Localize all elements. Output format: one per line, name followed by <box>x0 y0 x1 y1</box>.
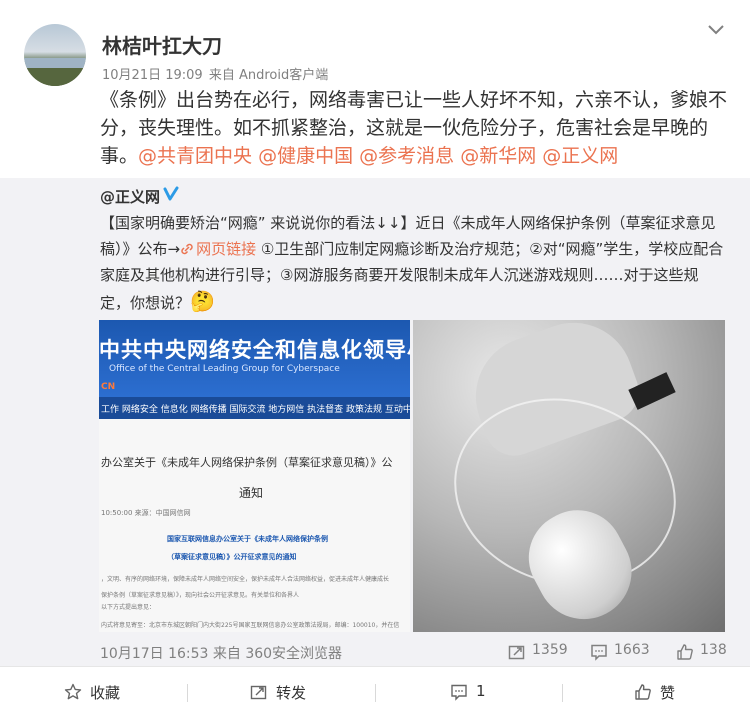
image1-notice: 通知 <box>239 486 264 500</box>
mention-gqt[interactable]: @共青团中央 <box>138 145 252 167</box>
web-link[interactable]: 网页链接 <box>180 240 256 258</box>
image1-nav-text: 工作 网络安全 信息化 网络传播 国际交流 地方网信 执法督查 政策法规 互动中… <box>101 405 410 415</box>
link-icon <box>181 243 193 255</box>
comment-icon <box>451 684 467 701</box>
image1-small1: ，文明、有序的网络环境，保障未成年人网络空间安全，保护未成年人合法网络权益，促进… <box>101 576 390 583</box>
thinking-emoji: 🤔 <box>190 289 215 313</box>
comment-icon <box>591 644 607 661</box>
image1-headline: 办公室关于《未成年人网络保护条例（草案征求意见稿）》公 <box>101 456 393 469</box>
mention-jkzg[interactable]: @健康中国 <box>258 145 353 167</box>
image-screenshot[interactable]: 中共中央网络安全和信息化领导小 Office of the Central Le… <box>99 320 410 632</box>
repost-time[interactable]: 10月17日 16:53 <box>100 646 208 662</box>
web-link-label[interactable]: 网页链接 <box>196 240 256 258</box>
forward-label: 转发 <box>276 684 307 702</box>
like-label: 赞 <box>660 684 676 702</box>
repost-meta: 10月17日 16:53 来自 360安全浏览器 <box>100 643 342 663</box>
chevron-down-icon[interactable] <box>706 22 726 38</box>
weibo-card: 林桔叶扛大刀 10月21日 19:09 来自 Android客户端 《条例》出台… <box>0 0 750 719</box>
username[interactable]: 林桔叶扛大刀 <box>102 30 222 59</box>
post-text: 《条例》出台势在必行，网络毒害已让一些人好坏不知，六亲不认，爹娘不分，丧失理性。… <box>100 86 730 170</box>
image-grid: 中共中央网络安全和信息化领导小 Office of the Central Le… <box>99 320 725 632</box>
image1-cn: CN <box>101 382 116 392</box>
mention-zyw[interactable]: @正义网 <box>542 145 618 167</box>
share-icon <box>250 685 267 700</box>
avatar-grass <box>24 68 86 86</box>
forward-icon <box>508 645 525 660</box>
thumbs-up-icon <box>635 684 651 700</box>
mention-ckxx[interactable]: @参考消息 <box>359 145 454 167</box>
image1-small4: 内式将意见寄至：北京市东城区朝阳门内大街225号国家互联网信息办公室政策法规局，… <box>101 622 400 629</box>
forward-count: 1359 <box>532 642 568 658</box>
mention-xhw[interactable]: @新华网 <box>460 145 536 167</box>
favorite-label: 收藏 <box>90 684 121 702</box>
image1-small3: 以下方式提出意见： <box>101 604 156 611</box>
image1-small2: 保护条例（草案征求意见稿）》，现向社会公开征求意见。有关单位和各界人 <box>101 592 300 599</box>
post-source: 来自 Android客户端 <box>208 68 329 83</box>
star-icon <box>64 683 82 700</box>
divider <box>562 684 563 702</box>
thumbs-up-icon <box>677 644 693 660</box>
image1-body1: 国家互联网信息办公室关于《未成年人网络保护条例 <box>167 535 328 543</box>
verified-icon <box>163 186 179 201</box>
divider <box>375 684 376 702</box>
image1-date: 10:50:00 来源：中国网信网 <box>101 509 191 517</box>
like-count: 138 <box>700 642 727 658</box>
avatar-water <box>24 58 86 68</box>
comment-count-label: 1 <box>476 682 486 700</box>
image-hands-mouse[interactable] <box>413 320 725 632</box>
divider <box>187 684 188 702</box>
post-meta: 10月21日 19:09 来自 Android客户端 <box>102 64 330 83</box>
repost-source: 来自 360安全浏览器 <box>212 646 343 662</box>
comment-count: 1663 <box>614 642 650 658</box>
avatar[interactable] <box>24 24 86 86</box>
post-time[interactable]: 10月21日 19:09 <box>102 68 203 83</box>
image1-body2: （草案征求意见稿）》公开征求意见的通知 <box>167 553 297 561</box>
repost-text: 【国家明确要矫治“网瘾” 来说说你的看法↓↓】近日《未成年人网络保护条例（草案征… <box>100 210 728 316</box>
repost-author[interactable]: @正义网 <box>100 186 160 207</box>
image1-title: 中共中央网络安全和信息化领导小 <box>99 338 410 362</box>
image1-subtitle: Office of the Central Leading Group for … <box>109 364 340 374</box>
